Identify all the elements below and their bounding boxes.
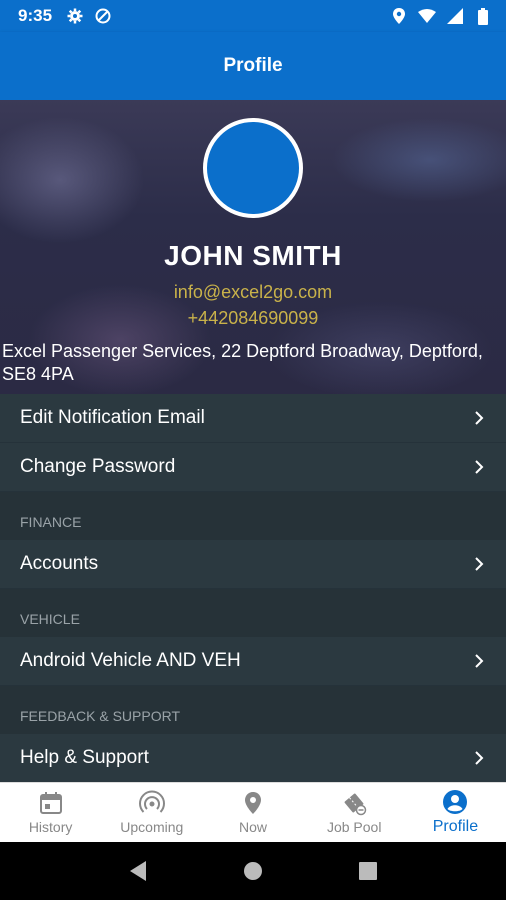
back-icon[interactable] — [126, 859, 150, 883]
data-saver-off-icon — [94, 7, 112, 25]
nav-job-pool[interactable]: Job Pool — [304, 783, 405, 842]
home-icon[interactable] — [241, 859, 265, 883]
chevron-right-icon — [472, 751, 486, 765]
profile-name: JOHN SMITH — [164, 240, 342, 271]
battery-icon — [474, 7, 492, 25]
avatar[interactable] — [203, 118, 303, 218]
menu-item-label: Android Vehicle AND VEH — [20, 650, 241, 671]
nav-profile[interactable]: Profile — [405, 783, 506, 842]
account-circle-icon — [442, 789, 468, 815]
menu-item-label: Edit Notification Email — [20, 407, 205, 428]
nav-label: History — [28, 819, 73, 835]
status-bar: 9:35 — [0, 0, 506, 32]
nav-now[interactable]: Now — [202, 783, 303, 842]
status-time: 9:35 — [18, 6, 53, 25]
profile-phone: +442084690099 — [187, 308, 319, 328]
chevron-right-icon — [472, 460, 486, 474]
finance-section-header: FINANCE — [0, 492, 506, 540]
menu-item-label: Help & Support — [20, 747, 149, 768]
system-navigation-bar — [0, 842, 506, 900]
location-status-icon — [390, 7, 408, 25]
calendar-icon — [38, 790, 64, 816]
nav-label: Profile — [432, 818, 479, 835]
nav-upcoming[interactable]: Upcoming — [101, 783, 202, 842]
nav-history[interactable]: History — [0, 783, 101, 842]
page-title: Profile — [223, 55, 283, 76]
chevron-right-icon — [472, 557, 486, 571]
menu-item-label: Change Password — [20, 456, 176, 477]
tickets-icon — [341, 790, 367, 816]
bottom-navigation: History Upcoming Now Job Pool Profile — [0, 782, 506, 842]
location-pin-icon — [240, 790, 266, 816]
settings-gear-icon — [66, 7, 84, 25]
settings-menu: Edit Notification Email Change Password … — [0, 394, 506, 783]
feedback-section-header: FEEDBACK & SUPPORT — [0, 686, 506, 734]
profile-header: JOHN SMITH info@excel2go.com +4420846900… — [0, 100, 506, 394]
broadcast-icon — [138, 790, 165, 816]
change-password-item[interactable]: Change Password — [0, 443, 506, 492]
help-support-item[interactable]: Help & Support — [0, 734, 506, 783]
vehicle-item[interactable]: Android Vehicle AND VEH — [0, 637, 506, 686]
wifi-icon — [418, 7, 436, 25]
menu-item-label: Accounts — [20, 553, 99, 574]
accounts-item[interactable]: Accounts — [0, 540, 506, 589]
chevron-right-icon — [472, 411, 486, 425]
chevron-right-icon — [472, 654, 486, 668]
profile-email: info@excel2go.com — [173, 282, 333, 302]
nav-label: Job Pool — [326, 819, 382, 835]
edit-notification-email-item[interactable]: Edit Notification Email — [0, 394, 506, 443]
profile-address: Excel Passenger Services, 22 Deptford Br… — [2, 341, 483, 384]
cell-signal-icon — [446, 7, 464, 25]
nav-label: Upcoming — [120, 819, 184, 835]
nav-label: Now — [239, 819, 268, 835]
vehicle-section-header: VEHICLE — [0, 589, 506, 637]
recents-icon[interactable] — [356, 859, 380, 883]
app-bar: Profile — [0, 32, 506, 100]
